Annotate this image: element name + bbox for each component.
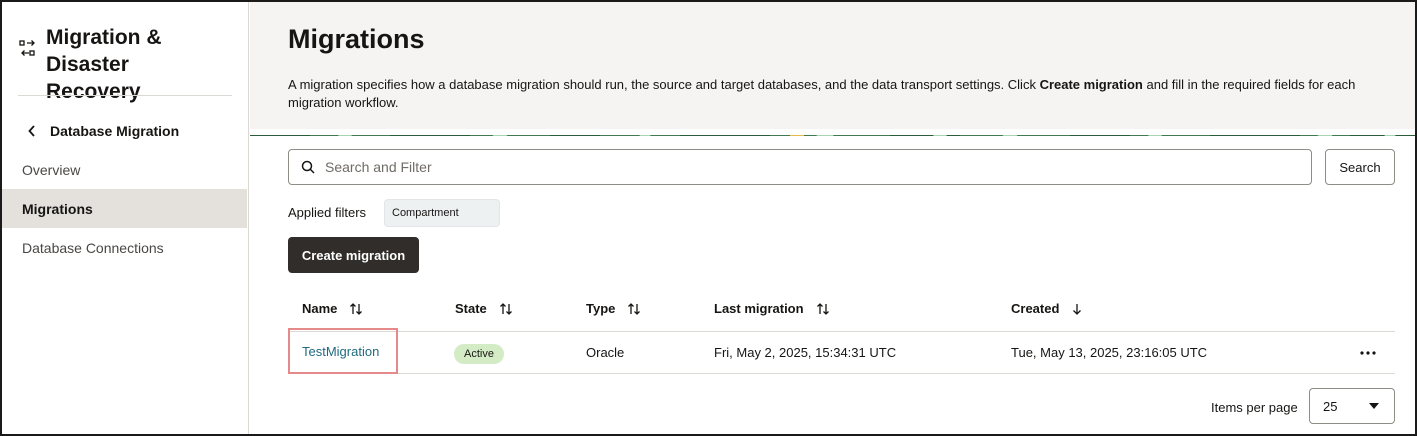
filter-chip-compartment[interactable]: Compartment [384, 199, 500, 227]
column-label: Created [1011, 301, 1060, 316]
search-button[interactable]: Search [1325, 149, 1395, 185]
create-migration-button[interactable]: Create migration [288, 237, 419, 273]
sidebar: Migration & Disaster Recovery Database M… [2, 2, 249, 434]
sidebar-divider [18, 95, 232, 96]
search-icon [301, 160, 315, 174]
search-field[interactable] [288, 149, 1312, 185]
sidebar-item-database-connections[interactable]: Database Connections [2, 228, 247, 267]
decorative-pattern [250, 129, 1415, 136]
page-title: Migrations [288, 24, 425, 54]
column-header-type[interactable]: Type [586, 301, 641, 316]
column-label: Last migration [714, 301, 804, 316]
column-header-state[interactable]: State [455, 301, 513, 316]
items-per-page-select[interactable]: 25 [1309, 388, 1395, 424]
migration-name-link[interactable]: TestMigration [288, 328, 398, 374]
column-header-name[interactable]: Name [302, 301, 363, 316]
items-per-page-value: 25 [1323, 398, 1338, 414]
column-label: State [455, 301, 487, 316]
items-per-page-label: Items per page [1211, 400, 1298, 415]
row-actions-button[interactable] [1356, 341, 1380, 365]
sort-arrows-icon [499, 302, 512, 315]
table-header: Name State Type Last migration Created [288, 291, 1395, 332]
cell-type: Oracle [586, 345, 625, 360]
search-input[interactable] [325, 159, 1285, 175]
description-create-emphasis: Create migration [1039, 77, 1143, 92]
sort-arrows-icon [628, 302, 641, 315]
sort-arrows-icon [816, 302, 829, 315]
sort-arrows-icon [350, 302, 363, 315]
column-header-last-migration[interactable]: Last migration [714, 301, 830, 316]
table-row: TestMigration Active Oracle Fri, May 2, … [288, 328, 1395, 374]
main-content: Migrations A migration specifies how a d… [250, 2, 1415, 434]
status-badge: Active [454, 344, 504, 364]
chevron-left-icon [28, 125, 35, 137]
page-description: A migration specifies how a database mig… [288, 76, 1398, 112]
service-title: Migration & Disaster Recovery [46, 26, 162, 103]
caret-down-icon [1369, 403, 1379, 409]
more-actions-icon [1360, 351, 1376, 355]
migration-arrows-icon [18, 39, 38, 59]
description-text-pre: A migration specifies how a database mig… [288, 77, 1040, 92]
back-label: Database Migration [50, 123, 180, 139]
app-window: Migration & Disaster Recovery Database M… [0, 0, 1417, 436]
cell-created: Tue, May 13, 2025, 23:16:05 UTC [1011, 345, 1208, 360]
arrow-down-icon [1073, 303, 1082, 315]
sidebar-item-overview[interactable]: Overview [2, 150, 247, 189]
page-header: Migrations A migration specifies how a d… [250, 2, 1415, 129]
back-to-database-migration[interactable]: Database Migration [28, 120, 179, 142]
cell-last-migration: Fri, May 2, 2025, 15:34:31 UTC [714, 345, 897, 360]
column-label: Type [586, 301, 616, 316]
applied-filters-label: Applied filters [288, 205, 367, 220]
column-label: Name [302, 301, 338, 316]
column-header-created[interactable]: Created [1011, 301, 1083, 316]
sidebar-item-migrations[interactable]: Migrations [2, 189, 247, 228]
